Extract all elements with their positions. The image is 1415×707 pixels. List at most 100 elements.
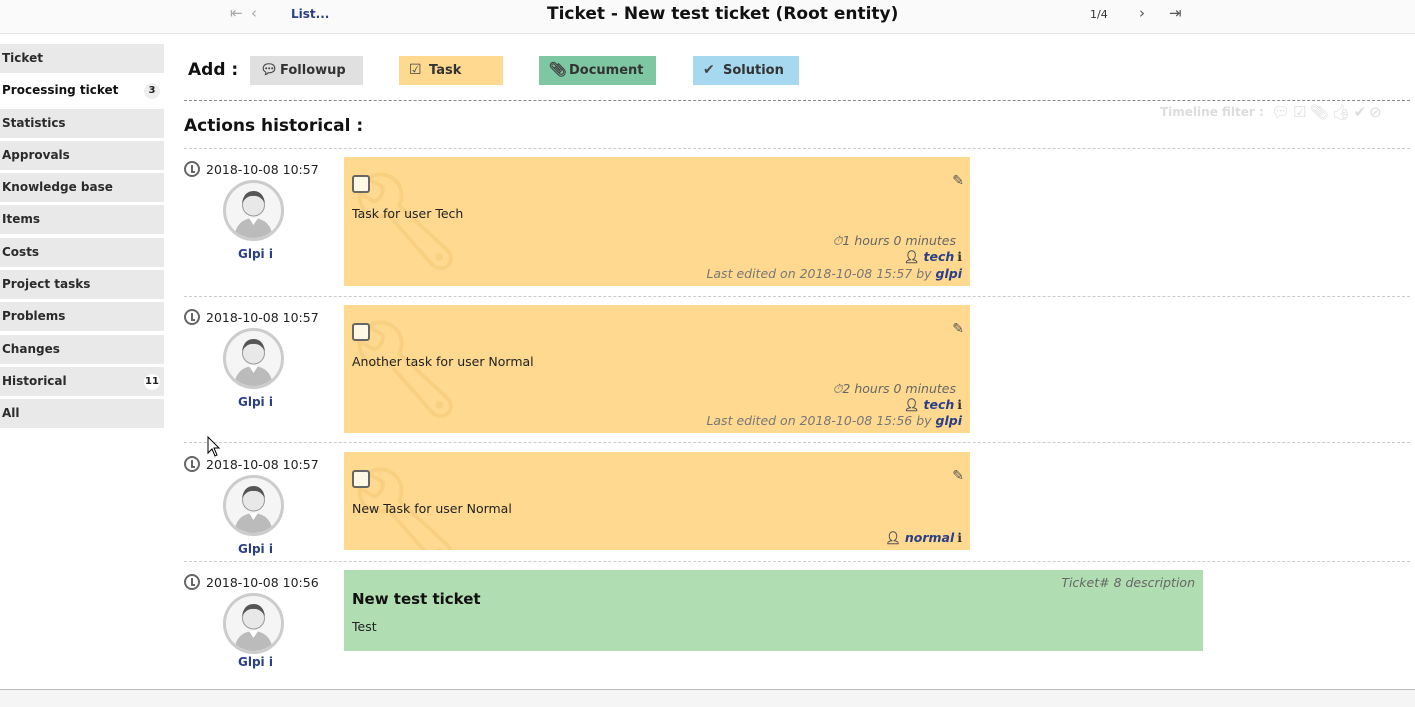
sidebar-item-label: Changes bbox=[2, 341, 60, 356]
description-text: Test bbox=[352, 619, 377, 634]
date-text: 2018-10-08 10:57 bbox=[206, 457, 319, 472]
clock-icon bbox=[184, 574, 200, 590]
filter-task-icon[interactable]: ☑ bbox=[1293, 103, 1309, 121]
stopwatch-icon: ⏱ bbox=[832, 233, 843, 248]
next-page-icon[interactable]: › bbox=[1139, 4, 1145, 22]
clock-icon bbox=[184, 161, 200, 177]
section-title: Actions historical : bbox=[184, 116, 364, 136]
sidebar-item-project-tasks[interactable]: Project tasks bbox=[0, 270, 164, 300]
assigned-user[interactable]: 👤︎ tech ℹ bbox=[904, 249, 962, 265]
task-done-checkbox[interactable] bbox=[352, 175, 370, 193]
timeline-date: 2018-10-08 10:57 bbox=[184, 309, 319, 325]
sidebar-item-label: Problems bbox=[2, 309, 66, 324]
task-content: Another task for user Normal bbox=[352, 354, 534, 369]
timeline-filter-icons[interactable]: 💬︎☑📎︎👍︎✔⊘ bbox=[1271, 103, 1385, 121]
filter-approval-icon[interactable]: 👍︎ bbox=[1332, 103, 1354, 121]
button-label: Followup bbox=[280, 63, 346, 78]
sidebar-item-statistics[interactable]: Statistics bbox=[0, 108, 164, 138]
author-name[interactable]: Glpi i bbox=[238, 655, 273, 669]
sidebar: Ticket Processing ticket 3 Statistics App… bbox=[0, 44, 164, 432]
user-avatar-icon bbox=[234, 604, 273, 651]
sidebar-item-label: Historical bbox=[2, 373, 67, 388]
date-text: 2018-10-08 10:57 bbox=[206, 310, 319, 325]
duration-text: 1 hours 0 minutes bbox=[842, 233, 956, 248]
timeline-filter-label: Timeline filter : bbox=[1160, 105, 1264, 119]
previous-page-icon[interactable]: ‹ bbox=[251, 4, 257, 22]
edit-icon[interactable]: ✎ bbox=[952, 468, 964, 484]
add-followup-button[interactable]: 💬︎ Followup bbox=[250, 56, 363, 85]
info-icon[interactable]: i bbox=[269, 542, 273, 556]
user-icon: 👤︎ bbox=[903, 397, 920, 412]
author-label: Glpi bbox=[238, 655, 265, 669]
add-task-button[interactable]: ☑ Task bbox=[399, 56, 503, 85]
first-page-icon[interactable]: ⇤ bbox=[230, 4, 243, 22]
sidebar-item-label: Project tasks bbox=[2, 277, 91, 292]
user-name: normal bbox=[904, 530, 955, 545]
sidebar-item-label: Processing ticket bbox=[2, 83, 119, 98]
clock-icon bbox=[184, 309, 200, 325]
avatar bbox=[223, 475, 284, 536]
edit-icon[interactable]: ✎ bbox=[952, 321, 964, 337]
task-done-checkbox[interactable] bbox=[352, 470, 370, 488]
info-icon[interactable]: ℹ bbox=[957, 249, 962, 264]
info-icon[interactable]: i bbox=[269, 655, 273, 669]
avatar bbox=[223, 593, 284, 654]
list-link[interactable]: List... bbox=[291, 7, 329, 21]
info-icon[interactable]: ℹ bbox=[957, 397, 962, 412]
user-avatar-icon bbox=[234, 486, 273, 533]
duration-text: 2 hours 0 minutes bbox=[842, 381, 956, 396]
task-card: 🔧︎ ✎ Task for user Tech ⏱1 hours 0 minut… bbox=[344, 157, 970, 286]
edited-by-user[interactable]: glpi bbox=[936, 266, 962, 281]
mouse-cursor-icon bbox=[207, 436, 221, 457]
sidebar-item-label: Ticket bbox=[2, 51, 43, 65]
add-document-button[interactable]: 📎︎ Document bbox=[539, 56, 656, 85]
sidebar-item-approvals[interactable]: Approvals bbox=[0, 140, 164, 170]
sidebar-item-costs[interactable]: Costs bbox=[0, 237, 164, 267]
filter-solution-icon[interactable]: ✔ bbox=[1354, 103, 1370, 121]
author-label: Glpi bbox=[238, 395, 265, 409]
sidebar-item-ticket[interactable]: Ticket bbox=[0, 44, 164, 73]
top-navigation-bar: ⇤ ‹ List... Ticket - New test ticket (Ro… bbox=[0, 0, 1415, 34]
sidebar-item-historical[interactable]: Historical 11 bbox=[0, 366, 164, 396]
filter-reset-icon[interactable]: ⊘ bbox=[1369, 103, 1385, 121]
pager-count: 1/4 bbox=[1090, 8, 1108, 21]
page-title: Ticket - New test ticket (Root entity) bbox=[547, 4, 899, 24]
add-label: Add : bbox=[188, 60, 239, 80]
author-name[interactable]: Glpi i bbox=[238, 542, 273, 556]
user-icon: 👤︎ bbox=[884, 530, 901, 545]
clock-icon bbox=[184, 456, 200, 472]
assigned-user[interactable]: 👤︎ tech ℹ bbox=[904, 397, 962, 413]
sidebar-item-all[interactable]: All bbox=[0, 399, 164, 429]
sidebar-item-label: Statistics bbox=[2, 115, 66, 130]
sidebar-item-items[interactable]: Items bbox=[0, 205, 164, 235]
edited-prefix: Last edited on 2018-10-08 15:56 by bbox=[706, 413, 932, 428]
author-name[interactable]: Glpi i bbox=[238, 247, 273, 261]
author-label: Glpi bbox=[238, 247, 265, 261]
last-page-icon[interactable]: ⇥ bbox=[1169, 4, 1182, 22]
info-icon[interactable]: i bbox=[269, 395, 273, 409]
sidebar-item-processing-ticket[interactable]: Processing ticket 3 bbox=[0, 76, 164, 106]
button-label: Solution bbox=[723, 63, 784, 78]
filter-document-icon[interactable]: 📎︎ bbox=[1310, 103, 1332, 121]
task-content: Task for user Tech bbox=[352, 206, 464, 221]
task-content: New Task for user Normal bbox=[352, 501, 512, 516]
assigned-user[interactable]: 👤︎ normal ℹ bbox=[885, 530, 962, 546]
timeline-date: 2018-10-08 10:57 bbox=[184, 161, 319, 177]
task-done-checkbox[interactable] bbox=[352, 323, 370, 341]
checkmark-icon: ✔ bbox=[703, 62, 715, 78]
sidebar-item-knowledge-base[interactable]: Knowledge base bbox=[0, 173, 164, 203]
info-icon[interactable]: ℹ bbox=[957, 530, 962, 545]
filter-followup-icon[interactable]: 💬︎ bbox=[1271, 103, 1293, 121]
add-solution-button[interactable]: ✔ Solution bbox=[693, 56, 799, 85]
sidebar-item-label: All bbox=[2, 406, 20, 421]
sidebar-item-problems[interactable]: Problems bbox=[0, 302, 164, 332]
author-name[interactable]: Glpi i bbox=[238, 395, 273, 409]
divider bbox=[184, 296, 1410, 297]
info-icon[interactable]: i bbox=[269, 247, 273, 261]
sidebar-item-changes[interactable]: Changes bbox=[0, 334, 164, 364]
stopwatch-icon: ⏱ bbox=[832, 381, 843, 396]
edit-icon[interactable]: ✎ bbox=[952, 173, 964, 189]
sidebar-item-label: Costs bbox=[2, 244, 40, 259]
author-label: Glpi bbox=[238, 542, 265, 556]
edited-by-user[interactable]: glpi bbox=[936, 413, 962, 428]
